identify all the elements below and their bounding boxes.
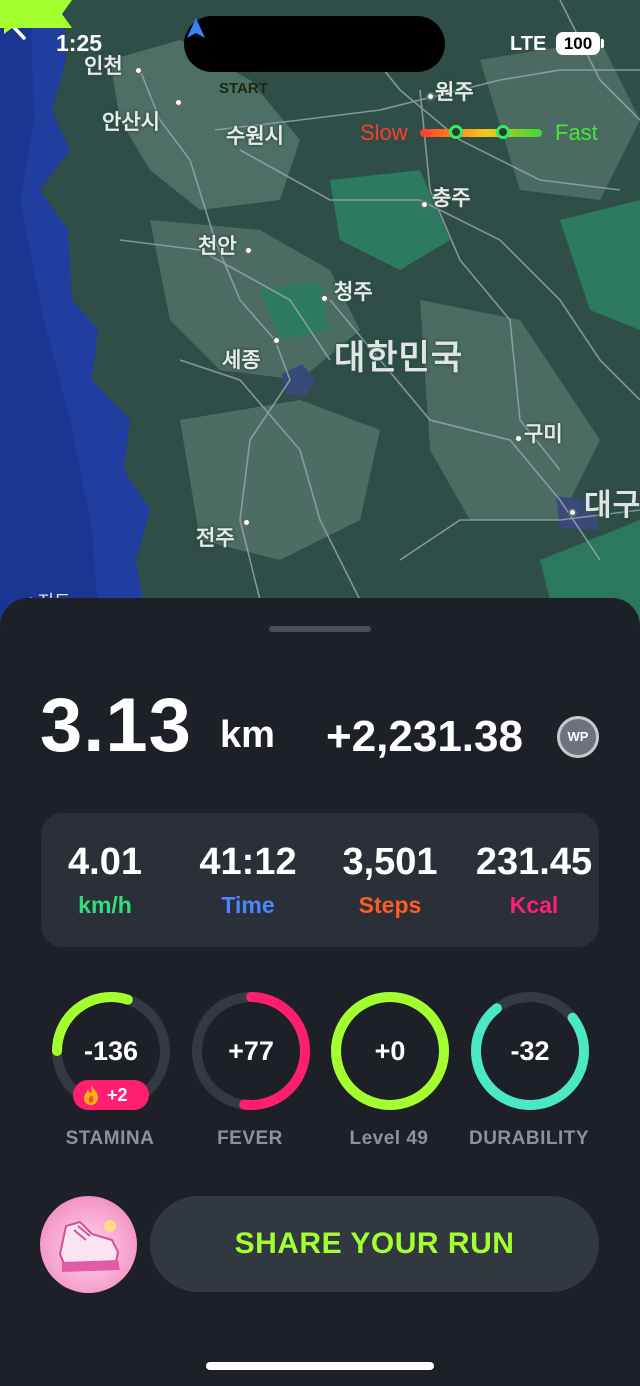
country-label-korea: 대한민국: [334, 338, 464, 378]
stat-time: 41:12 Time: [178, 841, 318, 919]
stamina-bonus-badge: +2: [73, 1080, 149, 1110]
home-indicator[interactable]: [206, 1362, 434, 1370]
city-label-cheongju: 청주: [334, 280, 373, 304]
gauge-label-level: Level 49: [349, 1128, 429, 1149]
map-terrain: [0, 0, 640, 640]
city-dot: [174, 98, 183, 107]
gauge-label-stamina: STAMINA: [65, 1128, 155, 1149]
bonus-value: +2: [107, 1085, 128, 1105]
legend-marker: [496, 125, 510, 139]
run-summary-sheet: 3.13 km +2,231.38 WP 4.01 km/h 41:12 Tim…: [0, 598, 640, 1386]
city-label-jeonju: 전주: [196, 526, 235, 550]
gauge-fever: +77: [190, 990, 312, 1112]
navigation-arrow-icon: [187, 18, 205, 38]
gauge-value: +0: [374, 1036, 406, 1066]
stat-label: Kcal: [509, 892, 559, 918]
city-dot: [420, 200, 429, 209]
speed-legend-bar: [420, 129, 542, 137]
city-dot: [568, 508, 577, 517]
sheet-grabber[interactable]: [269, 626, 371, 632]
wp-token-icon: WP: [557, 716, 599, 758]
gauge-label-durability: DURABILITY: [468, 1128, 590, 1149]
network-type: LTE: [510, 33, 547, 55]
fire-icon: [84, 1085, 99, 1105]
city-label-gumi: 구미: [524, 422, 563, 446]
dynamic-island[interactable]: [184, 16, 445, 72]
stat-label: Time: [221, 892, 275, 918]
stat-speed: 4.01 km/h: [35, 841, 175, 919]
city-label-ansan: 안산시: [102, 110, 160, 134]
legend-marker: [449, 125, 463, 139]
city-dot: [242, 518, 251, 527]
route-start-marker: [0, 3, 36, 27]
city-dot: [134, 66, 143, 75]
gauge-label-fever: FEVER: [217, 1128, 283, 1149]
city-dot: [244, 246, 253, 255]
gauge-level: +0: [329, 990, 451, 1112]
gauge-value: -32: [510, 1036, 550, 1066]
city-dot: [272, 336, 281, 345]
start-label: START: [219, 80, 268, 97]
distance-unit: km: [220, 714, 275, 756]
gauge-value: +77: [228, 1036, 274, 1066]
gauge-durability: -32: [469, 990, 591, 1112]
sneaker-icon: [58, 1220, 120, 1272]
city-dot: [426, 92, 435, 101]
city-label-daegu: 대구: [584, 488, 640, 523]
wp-earned: +2,231.38: [326, 712, 523, 761]
city-label-chungju: 충주: [432, 186, 471, 210]
stat-label: km/h: [78, 892, 132, 918]
legend-fast-label: Fast: [555, 120, 598, 145]
stat-kcal: 231.45 Kcal: [464, 841, 604, 919]
share-run-button[interactable]: SHARE YOUR RUN: [150, 1196, 599, 1292]
stat-value: 231.45: [475, 841, 593, 883]
status-time: 1:25: [56, 30, 103, 56]
stat-steps: 3,501 Steps: [320, 841, 460, 919]
city-label-sejong: 세종: [222, 348, 261, 372]
stats-card: 4.01 km/h 41:12 Time 3,501 Steps 231.45 …: [41, 813, 599, 947]
city-label-cheonan: 천안: [198, 234, 237, 258]
city-dot: [514, 434, 523, 443]
city-label-wonju: 원주: [435, 80, 474, 104]
city-label-suwon: 수원시: [226, 124, 284, 148]
city-dot: [320, 294, 329, 303]
battery-tip: [601, 39, 604, 48]
legend-slow-label: Slow: [360, 120, 408, 145]
distance-value: 3.13: [40, 683, 192, 768]
sneaker-avatar[interactable]: [40, 1196, 137, 1293]
route-map[interactable]: 인천 안산시 수원시 원주 충주 천안 청주 세종 대한민국 구미 전주 대구 …: [0, 0, 640, 640]
stat-value: 4.01: [68, 841, 142, 883]
battery-level: 100: [556, 32, 600, 55]
stat-value: 3,501: [342, 841, 438, 883]
stat-label: Steps: [358, 892, 422, 918]
stat-value: 41:12: [199, 841, 297, 883]
